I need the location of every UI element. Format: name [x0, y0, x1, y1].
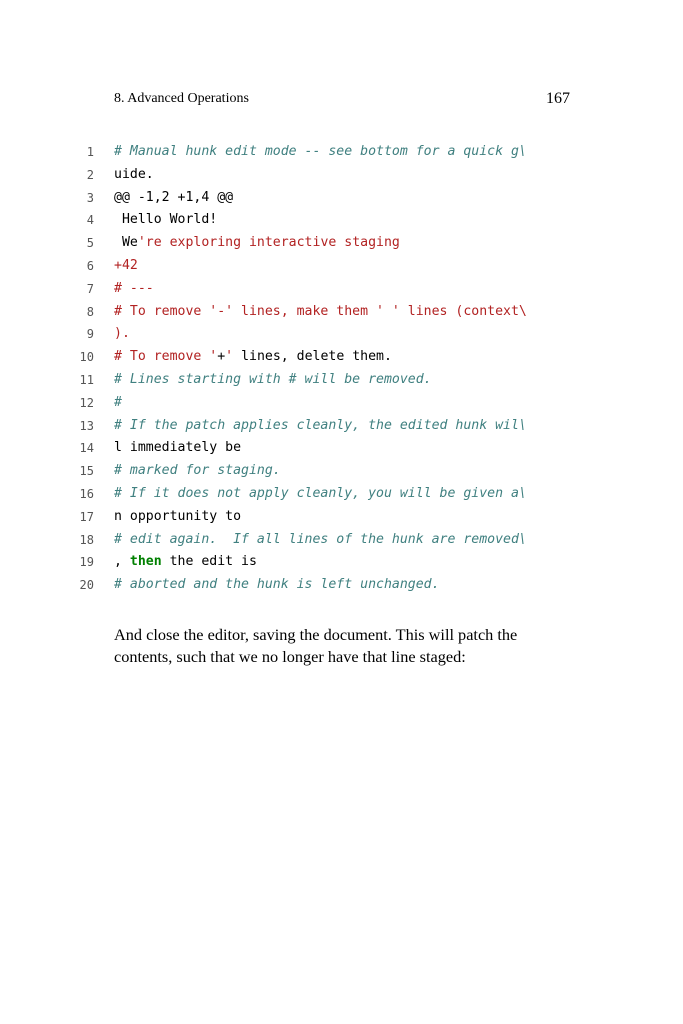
code-text: @@ -1,2 +1,4 @@ [114, 187, 233, 210]
code-token: l immediately be [114, 440, 242, 456]
code-text: uide. [114, 164, 154, 187]
code-line: 16 # If it does not apply cleanly, you wi… [72, 483, 592, 506]
code-token: # [114, 394, 122, 410]
code-token: We [114, 235, 138, 251]
code-token: 're exploring interactive staging [137, 235, 400, 251]
code-token: # aborted and the hunk is left unchanged… [114, 577, 440, 593]
line-number: 14 [79, 441, 94, 456]
code-token: @@ -1,2 +1,4 @@ [114, 189, 234, 205]
chapter-title: 8. Advanced Operations [114, 91, 249, 106]
code-line: 20 # aborted and the hunk is left unchang… [72, 574, 592, 597]
code-token: # Lines starting with # will be removed. [114, 371, 432, 387]
line-number: 5 [86, 236, 94, 251]
code-text: l immediately be [114, 437, 241, 460]
line-number: 17 [79, 509, 94, 524]
code-token: # If it does not apply cleanly, you will… [114, 485, 527, 501]
code-text: # If the patch applies cleanly, the edit… [114, 415, 527, 438]
code-token: , [114, 554, 130, 570]
code-line: 19, then the edit is [72, 551, 592, 574]
line-number: 2 [86, 167, 94, 182]
code-line: 9). [72, 323, 592, 346]
code-token: + [217, 349, 226, 365]
code-text: # Lines starting with # will be removed. [114, 369, 432, 392]
code-line: 1 # Manual hunk edit mode -- see bottom f… [72, 141, 592, 164]
running-head: 8. Advanced Operations 167 [114, 89, 570, 109]
code-token: ). [114, 326, 130, 342]
line-number: 7 [86, 281, 94, 296]
line-number: 10 [79, 350, 94, 365]
code-text: # To remove '+' lines, delete them. [114, 346, 392, 369]
code-token: uide. [114, 166, 154, 182]
code-line: 10 # To remove '+' lines, delete them. [72, 346, 592, 369]
code-token: # To remove '-' lines, make them ' ' lin… [114, 303, 527, 319]
code-text: # To remove '-' lines, make them ' ' lin… [114, 301, 527, 324]
code-token: the edit is [161, 554, 257, 570]
code-line: 8 # To remove '-' lines, make them ' ' li… [72, 301, 592, 324]
code-token: # --- [114, 280, 154, 296]
code-text: # If it does not apply cleanly, you will… [114, 483, 527, 506]
code-text: +42 [114, 255, 138, 278]
code-text: , then the edit is [114, 551, 257, 574]
page-number: 167 [546, 90, 570, 107]
body-paragraph: And close the editor, saving the documen… [114, 625, 518, 666]
code-text: # aborted and the hunk is left unchanged… [114, 574, 440, 597]
code-line: 2 uide. [72, 164, 592, 187]
line-number: 8 [86, 304, 94, 319]
code-line: 14 l immediately be [72, 437, 592, 460]
code-line: 13 # If the patch applies cleanly, the ed… [72, 415, 592, 438]
code-line: 17 n opportunity to [72, 506, 592, 529]
code-text: # --- [114, 278, 154, 301]
code-line: 12 # [72, 392, 592, 415]
line-number: 19 [79, 555, 94, 570]
code-token: lines, delete them. [233, 349, 392, 365]
code-token: # To remove ' [114, 349, 218, 365]
code-token: # If the patch applies cleanly, the edit… [114, 417, 527, 433]
code-listing: 1 # Manual hunk edit mode -- see bottom f… [72, 141, 592, 597]
code-line: 15 # marked for staging. [72, 460, 592, 483]
code-text: # marked for staging. [114, 460, 281, 483]
code-text: # [114, 392, 122, 415]
code-token: +42 [114, 257, 138, 273]
line-number: 9 [86, 327, 94, 342]
line-number: 6 [86, 258, 94, 273]
code-line: 4 Hello World! [72, 209, 592, 232]
code-token: Hello World! [114, 212, 218, 228]
line-number: 13 [79, 418, 94, 433]
code-text: n opportunity to [114, 506, 241, 529]
code-line: 6 +42 [72, 255, 592, 278]
code-text: # Manual hunk edit mode -- see bottom fo… [114, 141, 527, 164]
code-line: 5 We're exploring interactive staging [72, 232, 592, 255]
line-number: 18 [79, 532, 94, 547]
code-line: 18 # edit again. If all lines of the hunk… [72, 529, 592, 552]
code-token: # Manual hunk edit mode -- see bottom fo… [114, 144, 527, 159]
code-token: then [129, 554, 162, 570]
line-number: 15 [79, 464, 94, 479]
code-text: We're exploring interactive staging [114, 232, 400, 255]
line-number: 20 [79, 578, 94, 593]
line-number: 12 [79, 395, 94, 410]
code-token: # edit again. If all lines of the hunk a… [114, 531, 527, 547]
code-token: # marked for staging. [114, 463, 281, 479]
code-line: 3 @@ -1,2 +1,4 @@ [72, 187, 592, 210]
line-number: 16 [79, 486, 94, 501]
code-text: ). [114, 323, 130, 346]
code-token: n opportunity to [114, 508, 242, 524]
line-number: 4 [86, 213, 94, 228]
code-line: 11 # Lines starting with # will be remove… [72, 369, 592, 392]
code-token: ' [225, 349, 234, 365]
line-number: 3 [86, 190, 94, 205]
code-text: Hello World! [114, 209, 217, 232]
line-number: 1 [86, 145, 94, 159]
code-line: 7 # --- [72, 278, 592, 301]
line-number: 11 [79, 372, 94, 387]
code-text: # edit again. If all lines of the hunk a… [114, 529, 527, 552]
